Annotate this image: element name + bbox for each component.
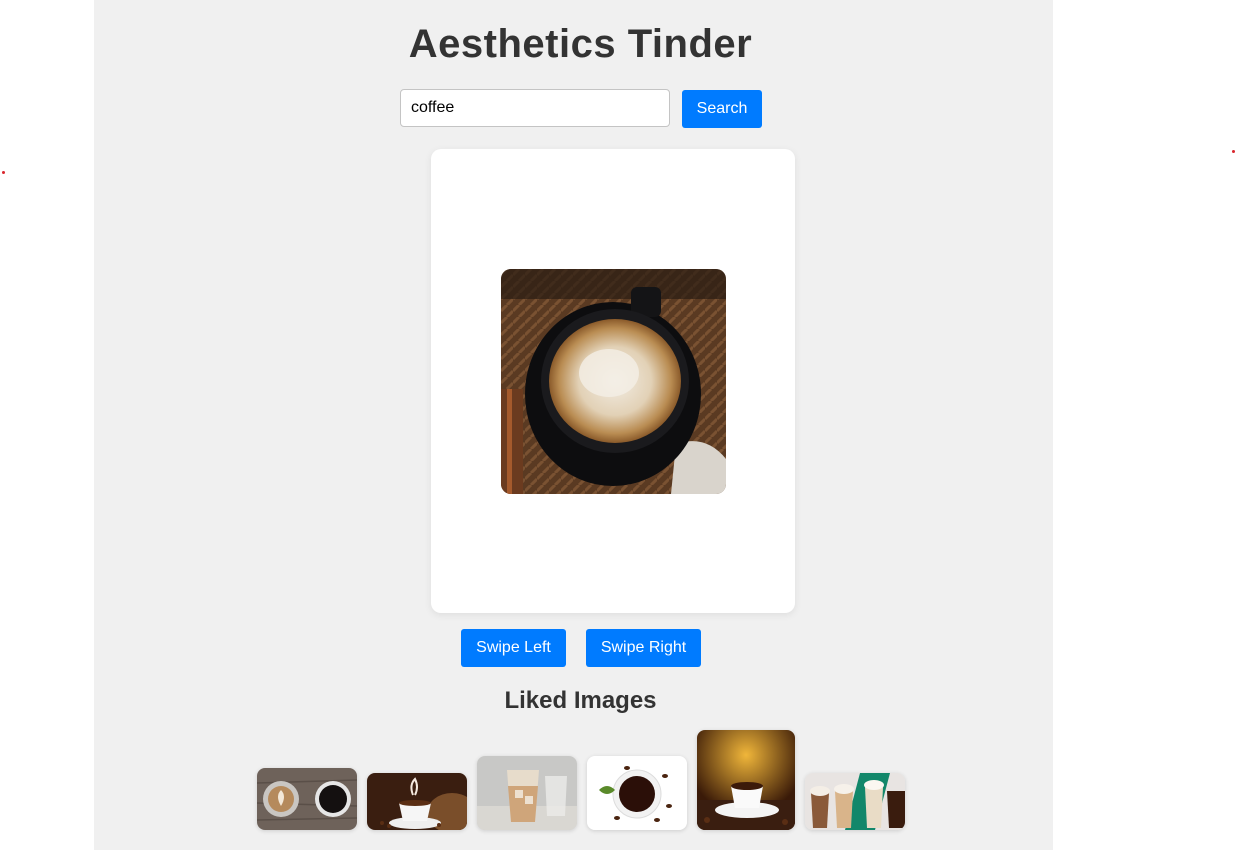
- coffee-cup-warm-light-photo[interactable]: [697, 730, 795, 830]
- search-input[interactable]: [400, 89, 670, 127]
- coffee-cup-with-beans-photo[interactable]: [367, 773, 467, 830]
- search-button[interactable]: Search: [682, 90, 762, 128]
- coffee-cup-photo: [501, 269, 726, 494]
- marker-dot-right: [1232, 150, 1235, 153]
- marker-dot-left: [2, 171, 5, 174]
- black-coffee-with-beans-photo[interactable]: [587, 756, 687, 830]
- swipe-card[interactable]: [431, 149, 795, 613]
- iced-latte-photo[interactable]: [477, 756, 577, 830]
- swipe-right-button[interactable]: Swipe Right: [586, 629, 701, 667]
- frappuccino-drinks-photo[interactable]: [805, 773, 905, 830]
- swipe-left-button[interactable]: Swipe Left: [461, 629, 566, 667]
- app-container: Aesthetics Tinder Search: [94, 0, 1053, 850]
- page-title: Aesthetics Tinder: [408, 22, 753, 66]
- latte-art-and-black-coffee-photo[interactable]: [257, 768, 357, 830]
- liked-images-heading: Liked Images: [504, 687, 657, 714]
